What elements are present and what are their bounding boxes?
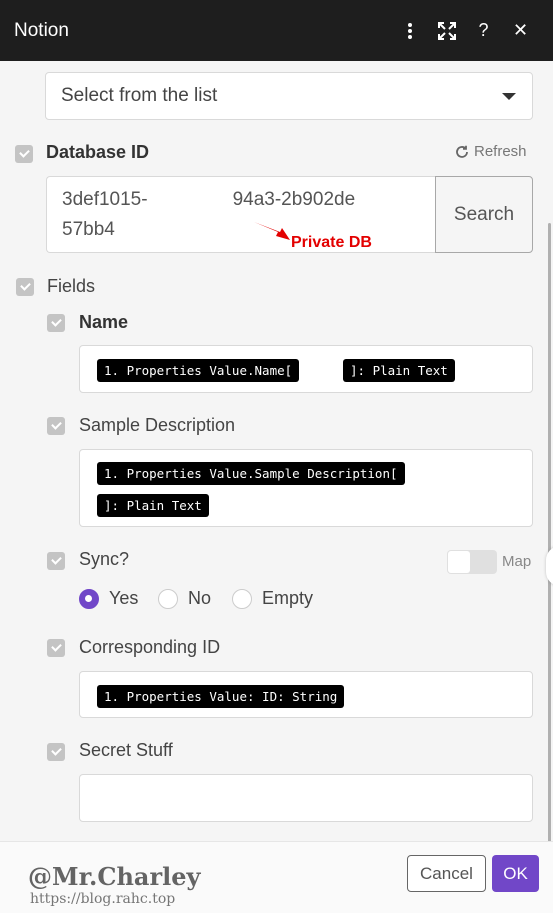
select-dropdown[interactable]: Select from the list — [45, 72, 533, 120]
name-pill-1[interactable]: 1. Properties Value.Name[ — [97, 359, 300, 382]
expand-icon[interactable] — [428, 12, 465, 49]
sample-description-pill-1[interactable]: 1. Properties Value.Sample Description[ — [97, 462, 405, 485]
fields-label: Fields — [47, 276, 96, 296]
radio-yes[interactable] — [79, 589, 99, 609]
corresponding-id-pill[interactable]: 1. Properties Value: ID: String — [97, 685, 345, 708]
fields-checkbox[interactable] — [16, 278, 34, 296]
radio-empty[interactable] — [232, 589, 252, 609]
name-checkbox[interactable] — [47, 314, 65, 332]
cancel-button[interactable]: Cancel — [407, 855, 486, 892]
watermark-url: https://blog.rahc.top — [30, 891, 176, 907]
map-toggle[interactable] — [447, 550, 497, 574]
sync-label: Sync? — [79, 549, 130, 569]
ok-button[interactable]: OK — [492, 855, 539, 892]
sample-description-checkbox[interactable] — [47, 417, 65, 435]
search-button[interactable]: Search — [435, 176, 533, 253]
radio-empty-label: Empty — [262, 588, 314, 608]
name-label: Name — [79, 312, 129, 332]
window-title: Notion — [14, 19, 69, 41]
sample-description-label: Sample Description — [79, 415, 236, 435]
sync-checkbox[interactable] — [47, 552, 65, 570]
private-db-annotation: Private DB — [291, 234, 372, 251]
database-id-input[interactable]: 3def1015- 94a3-2b902de 57bb4 — [46, 176, 436, 253]
title-bar: Notion ? ✕ — [0, 0, 553, 61]
refresh-button[interactable]: Refresh — [455, 143, 527, 160]
secret-stuff-label: Secret Stuff — [79, 740, 173, 760]
dialog-content: Select from the list Database ID Refresh… — [0, 61, 553, 841]
name-field[interactable]: 1. Properties Value.Name[ ]: Plain Text — [79, 345, 533, 393]
secret-stuff-checkbox[interactable] — [47, 743, 65, 761]
select-placeholder: Select from the list — [61, 85, 218, 106]
corresponding-id-label: Corresponding ID — [79, 637, 221, 657]
radio-no[interactable] — [158, 589, 178, 609]
corresponding-id-checkbox[interactable] — [47, 639, 65, 657]
annotation-arrow-icon — [254, 222, 290, 240]
help-icon[interactable]: ? — [465, 12, 502, 49]
toggle-knob — [448, 551, 470, 573]
refresh-icon — [456, 145, 468, 158]
sample-description-field[interactable]: 1. Properties Value.Sample Description[ … — [79, 449, 533, 527]
radio-yes-label: Yes — [109, 588, 139, 608]
database-id-checkbox[interactable] — [15, 145, 33, 163]
database-id-value-part1: 3def1015- — [62, 189, 148, 210]
close-icon[interactable]: ✕ — [502, 12, 539, 49]
map-label: Map — [502, 553, 532, 570]
database-id-value-part2: 94a3-2b902de — [232, 189, 356, 210]
watermark: @Mr.Charley — [28, 862, 201, 891]
corresponding-id-field[interactable]: 1. Properties Value: ID: String — [79, 671, 533, 718]
name-pill-2[interactable]: ]: Plain Text — [343, 359, 455, 382]
radio-no-label: No — [188, 588, 212, 608]
sample-description-pill-2[interactable]: ]: Plain Text — [97, 494, 209, 517]
refresh-label: Refresh — [474, 143, 527, 160]
more-options-icon[interactable] — [391, 12, 428, 49]
caret-down-icon — [502, 93, 516, 100]
database-id-label: Database ID — [46, 142, 150, 162]
scrollbar[interactable] — [548, 223, 551, 843]
secret-stuff-field[interactable] — [79, 774, 533, 822]
